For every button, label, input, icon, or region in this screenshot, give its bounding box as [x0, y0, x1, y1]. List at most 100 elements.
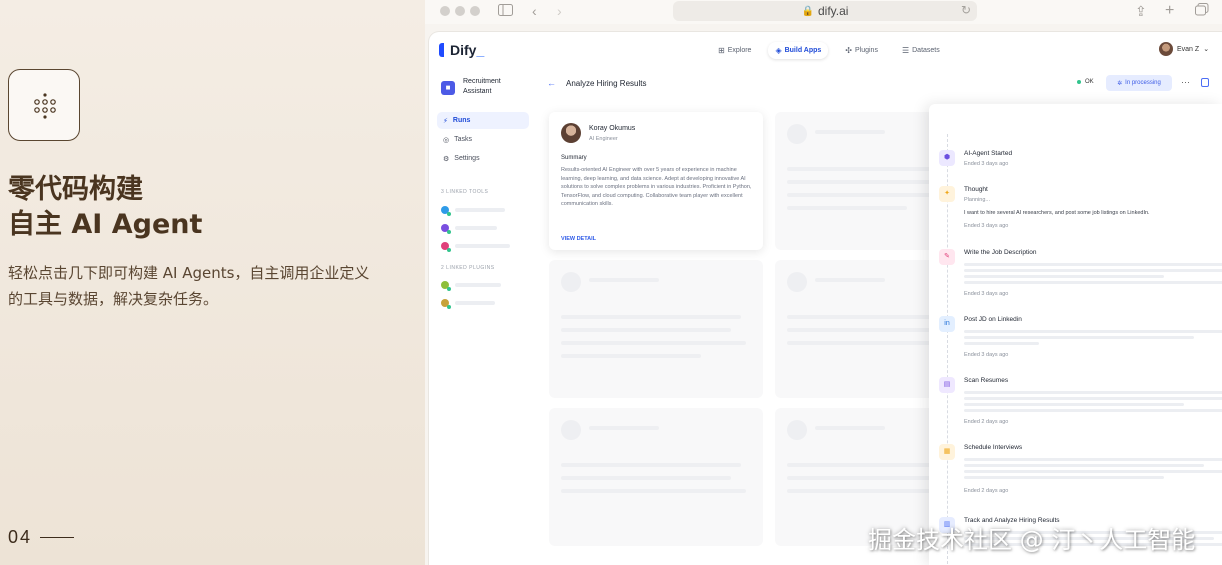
- lock-icon: 🔒: [801, 5, 814, 17]
- skeleton-line: [455, 283, 501, 287]
- dify-logo-text: Dify: [450, 42, 477, 58]
- dify-logo-mark: [439, 43, 444, 57]
- page-number: 04: [8, 527, 33, 547]
- app-name-line1: Recruitment: [463, 78, 501, 85]
- promo-title: 零代码构建 自主 AI Agent: [8, 172, 202, 242]
- linked-plugin[interactable]: [441, 281, 501, 291]
- step-time: Ended 2 days ago: [964, 488, 1009, 494]
- panel-toggle-icon[interactable]: [1201, 78, 1209, 87]
- candidate-card[interactable]: [549, 260, 763, 398]
- tool-icon: [441, 224, 451, 234]
- view-detail-link[interactable]: VIEW DETAIL: [561, 236, 596, 242]
- nav-explore[interactable]: ⊞ Explore: [711, 42, 758, 59]
- skeleton-line: [964, 342, 1039, 345]
- tool-icon: [441, 242, 451, 252]
- nav-build-apps[interactable]: ◈ Build Apps: [768, 42, 829, 59]
- agent-icon: ⬢: [939, 150, 955, 166]
- nav-datasets[interactable]: ☰ Datasets: [895, 42, 947, 59]
- skeleton-line: [455, 226, 497, 230]
- maximize-window-button[interactable]: [470, 6, 480, 16]
- sidebar: ■ Recruitment Assistant ⚡ Runs ◎ Tasks ⚙ Se…: [429, 72, 539, 565]
- skeleton-line: [455, 301, 495, 305]
- calendar-icon: ▦: [939, 444, 955, 460]
- more-icon[interactable]: ···: [1181, 77, 1190, 87]
- candidate-profile-card[interactable]: Koray Okumus AI Engineer Summary Results…: [549, 112, 763, 250]
- user-menu[interactable]: Evan Z ⌄: [1159, 42, 1209, 56]
- step-title: Thought: [964, 186, 988, 193]
- candidate-card[interactable]: [549, 408, 763, 546]
- skeleton-line: [964, 281, 1222, 284]
- skeleton-line: [964, 464, 1204, 467]
- nav-plugins[interactable]: ✣ Plugins: [838, 42, 885, 59]
- sidebar-item-label: Runs: [452, 117, 471, 124]
- skeleton-line: [561, 476, 731, 480]
- skeleton-line: [787, 328, 947, 332]
- skeleton-line: [964, 336, 1194, 339]
- skeleton-line: [964, 403, 1184, 406]
- skeleton-line: [589, 278, 659, 282]
- sidebar-item-settings[interactable]: ⚙ Settings: [437, 150, 529, 167]
- user-name: Evan Z: [1177, 45, 1200, 53]
- step-time: Ended 2 days ago: [964, 419, 1009, 425]
- back-arrow-icon[interactable]: ←: [547, 78, 556, 88]
- sidebar-toggle-icon[interactable]: [498, 3, 513, 19]
- spinner-icon: ✲: [1117, 80, 1123, 87]
- skeleton-line: [964, 263, 1222, 266]
- nav-label: Datasets: [912, 47, 940, 54]
- processing-text: In processing: [1125, 80, 1161, 86]
- skeleton-line: [815, 278, 885, 282]
- puzzle-icon: ✣: [845, 46, 852, 55]
- back-icon[interactable]: ‹: [532, 3, 537, 19]
- agent-log-panel: ⬢ AI-Agent Started Ended 3 days ago ✦ Th…: [929, 104, 1222, 565]
- lightbulb-icon: ✦: [939, 186, 955, 202]
- app-title: ■ Recruitment Assistant: [441, 77, 523, 97]
- agent-grid-icon: [8, 69, 80, 141]
- minimize-window-button[interactable]: [455, 6, 465, 16]
- reload-icon[interactable]: ↻: [961, 3, 971, 17]
- document-icon: ▤: [939, 377, 955, 393]
- skeleton-line: [561, 328, 731, 332]
- skeleton-line: [964, 458, 1222, 461]
- skeleton-line: [787, 206, 907, 210]
- chevron-down-icon: ⌄: [1203, 46, 1210, 53]
- linked-tool[interactable]: [441, 224, 497, 234]
- skeleton-line: [787, 476, 947, 480]
- share-icon[interactable]: ⇪: [1135, 3, 1147, 19]
- skeleton-line: [815, 426, 885, 430]
- robot-icon: ■: [441, 81, 455, 95]
- promo-title-line1: 零代码构建: [8, 174, 143, 205]
- step-body: I want to hire several AI researchers, a…: [964, 210, 1150, 216]
- sidebar-item-tasks[interactable]: ◎ Tasks: [437, 131, 529, 148]
- skeleton-line: [964, 397, 1222, 400]
- linked-tool[interactable]: [441, 242, 510, 252]
- lightning-icon: ⚡: [443, 117, 448, 125]
- step-title: AI-Agent Started: [964, 150, 1013, 157]
- dify-logo[interactable]: Dify _: [439, 42, 484, 58]
- linked-tool[interactable]: [441, 206, 505, 216]
- watermark: 掘金技术社区 @ 汀丶人工智能: [868, 526, 1196, 554]
- linked-plugin[interactable]: [441, 299, 495, 309]
- plugin-icon: [441, 299, 451, 309]
- forward-icon[interactable]: ›: [557, 3, 562, 19]
- tabs-overview-icon[interactable]: [1195, 3, 1209, 19]
- skeleton-line: [561, 315, 741, 319]
- status-badge: OK: [1077, 79, 1094, 85]
- close-window-button[interactable]: [440, 6, 450, 16]
- plugin-icon: [441, 281, 451, 291]
- linkedin-icon: in: [939, 316, 955, 332]
- skeleton-line: [787, 180, 947, 184]
- browser-window: ‹ › 🔒 dify.ai ↻ ⇪ + Dify _ ⊞ Explore ◈ Buil…: [425, 0, 1222, 565]
- new-tab-icon[interactable]: +: [1165, 3, 1174, 19]
- page-title: Analyze Hiring Results: [566, 78, 647, 88]
- skeleton-line: [561, 354, 701, 358]
- sidebar-item-runs[interactable]: ⚡ Runs: [437, 112, 529, 129]
- url-text: dify.ai: [817, 4, 849, 18]
- status-ok-text: OK: [1085, 79, 1094, 85]
- processing-button[interactable]: ✲ In processing: [1106, 75, 1172, 91]
- cube-icon: ◈: [775, 46, 782, 55]
- step-title: Write the Job Description: [964, 249, 1037, 256]
- address-bar[interactable]: 🔒 dify.ai ↻: [673, 1, 977, 21]
- skeleton-avatar: [787, 420, 807, 440]
- step-title: Post JD on Linkedin: [964, 316, 1022, 323]
- step-title: Schedule Interviews: [964, 444, 1023, 451]
